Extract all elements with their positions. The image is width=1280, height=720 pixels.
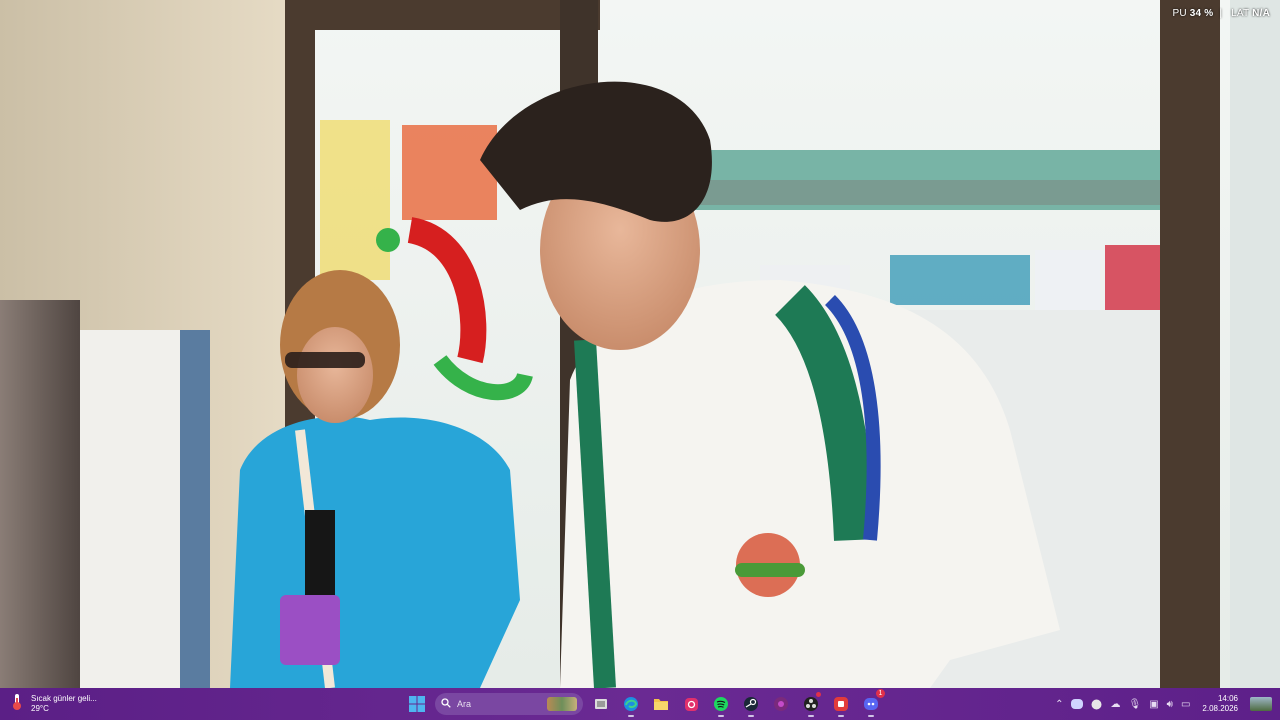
cpu-value: 34 % <box>1189 8 1214 19</box>
notification-thumbnail[interactable] <box>1250 697 1272 711</box>
video-frame: PU 34 % | LAT N/A <box>0 0 1280 688</box>
chevron-up-icon[interactable]: ⌃ <box>1055 699 1063 710</box>
obs-icon <box>804 697 818 711</box>
app-pink-button[interactable] <box>769 692 793 716</box>
folder-icon <box>654 699 668 710</box>
instagram-button[interactable] <box>679 692 703 716</box>
performance-overlay: PU 34 % | LAT N/A <box>1172 8 1270 19</box>
spotify-button[interactable] <box>709 692 733 717</box>
windows-icon <box>409 696 425 712</box>
discord-notification-badge: 1 <box>876 689 885 698</box>
weather-widget[interactable]: Sıcak günler geli... 29°C <box>10 691 97 717</box>
weather-headline: Sıcak günler geli... <box>31 694 97 703</box>
taskbar-search[interactable] <box>435 693 583 715</box>
battery-icon[interactable]: ▭ <box>1181 699 1190 710</box>
app-red-button[interactable] <box>829 692 853 717</box>
taskbar: Sıcak günler geli... 29°C Ara 1 ⌃ ☁ 🎙︎ ▣… <box>0 688 1280 720</box>
task-view-button[interactable] <box>589 692 613 716</box>
cloud-icon[interactable]: ☁ <box>1110 699 1120 710</box>
discord-tray-icon[interactable] <box>1071 699 1084 709</box>
system-tray: ⌃ ☁ 🎙︎ ▣ 🔊︎ ▭ 14:06 2.08.2026 <box>1055 691 1272 717</box>
obs-recording-indicator <box>816 692 821 697</box>
steam-button[interactable] <box>739 692 763 717</box>
microphone-icon[interactable]: 🎙︎ <box>1128 699 1141 710</box>
search-input[interactable] <box>457 699 537 709</box>
instagram-icon <box>684 697 698 711</box>
weather-icon <box>10 693 24 716</box>
discord-icon <box>864 698 878 710</box>
clock-date: 2.08.2026 <box>1202 704 1238 713</box>
app-icon <box>834 697 848 711</box>
cpu-label: PU <box>1172 8 1187 19</box>
latency-label: LAT <box>1231 8 1250 19</box>
start-button[interactable] <box>405 692 429 716</box>
volume-icon[interactable]: 🔊︎ <box>1167 699 1173 710</box>
clock[interactable]: 14:06 2.08.2026 <box>1202 694 1238 714</box>
app-icon <box>774 697 788 711</box>
network-icon[interactable]: ▣ <box>1149 699 1158 710</box>
edge-icon <box>624 697 638 711</box>
spotify-icon <box>714 697 728 711</box>
latency-value: N/A <box>1252 8 1270 19</box>
video-scene <box>0 0 1280 688</box>
search-icon <box>441 695 451 713</box>
weather-temperature: 29°C <box>31 704 49 713</box>
steam-icon <box>744 697 758 711</box>
discord-button[interactable]: 1 <box>859 689 885 717</box>
search-highlight-image <box>547 697 577 711</box>
task-view-icon <box>595 699 607 709</box>
edge-button[interactable] <box>619 692 643 717</box>
obs-button[interactable] <box>799 692 823 717</box>
steam-tray-icon[interactable] <box>1091 699 1102 710</box>
clock-time: 14:06 <box>1217 694 1238 703</box>
taskbar-center: 1 <box>405 689 885 717</box>
folder-button[interactable] <box>649 692 673 716</box>
